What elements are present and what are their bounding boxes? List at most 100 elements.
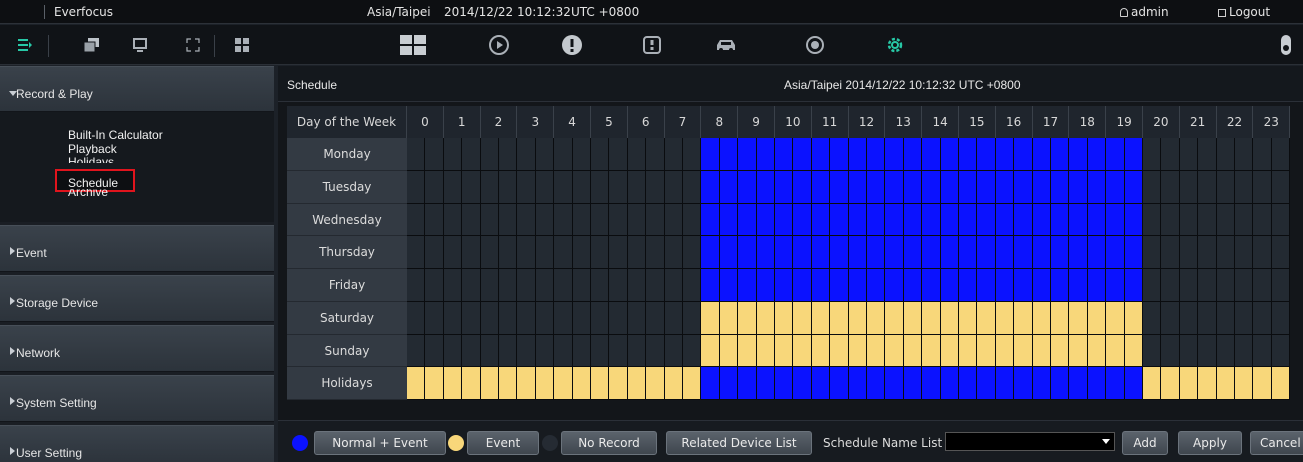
schedule-slot[interactable] (959, 367, 978, 400)
schedule-slot[interactable] (1032, 170, 1051, 204)
schedule-slot[interactable] (1124, 203, 1143, 237)
schedule-slot[interactable] (683, 138, 702, 171)
schedule-slot[interactable] (1032, 301, 1051, 335)
schedule-slot[interactable] (775, 269, 794, 302)
schedule-slot[interactable] (1253, 301, 1272, 335)
schedule-slot[interactable] (591, 170, 610, 204)
schedule-slot[interactable] (480, 367, 499, 400)
schedule-slot[interactable] (683, 367, 702, 400)
schedule-slot[interactable] (830, 236, 849, 269)
schedule-slot[interactable] (701, 170, 720, 204)
schedule-slot[interactable] (1235, 269, 1254, 302)
schedule-slot[interactable] (830, 203, 849, 237)
schedule-slot[interactable] (480, 236, 499, 269)
schedule-slot[interactable] (995, 367, 1015, 400)
schedule-slot[interactable] (499, 236, 518, 269)
schedule-slot[interactable] (903, 138, 923, 171)
schedule-slot[interactable] (1143, 203, 1162, 237)
hour-column-header[interactable]: 19 (1106, 106, 1143, 138)
schedule-slot[interactable] (811, 138, 831, 171)
schedule-slot[interactable] (1014, 367, 1033, 400)
schedule-slot[interactable] (1253, 367, 1272, 400)
schedule-slot[interactable] (995, 138, 1015, 171)
schedule-slot[interactable] (1271, 203, 1291, 237)
schedule-slot[interactable] (977, 301, 996, 335)
schedule-slot[interactable] (885, 236, 904, 269)
schedule-slot[interactable] (738, 138, 757, 171)
schedule-slot[interactable] (775, 334, 794, 368)
schedule-slot[interactable] (940, 236, 959, 269)
hour-column-header[interactable]: 14 (922, 106, 959, 138)
schedule-slot[interactable] (443, 269, 463, 302)
schedule-slot[interactable] (885, 269, 904, 302)
day-row-label[interactable]: Thursday (287, 236, 407, 269)
schedule-slot[interactable] (719, 138, 739, 171)
related-device-list-button[interactable]: Related Device List (666, 431, 812, 455)
schedule-slot[interactable] (1032, 138, 1051, 171)
schedule-slot[interactable] (1143, 170, 1162, 204)
schedule-slot[interactable] (1014, 203, 1033, 237)
schedule-slot[interactable] (903, 269, 923, 302)
schedule-slot[interactable] (535, 170, 555, 204)
schedule-slot[interactable] (959, 269, 978, 302)
schedule-slot[interactable] (1198, 367, 1217, 400)
schedule-slot[interactable] (480, 170, 499, 204)
schedule-slot[interactable] (1124, 301, 1143, 335)
schedule-slot[interactable] (1198, 236, 1217, 269)
hour-column-header[interactable]: 6 (627, 106, 665, 138)
schedule-slot[interactable] (959, 203, 978, 237)
schedule-slot[interactable] (1069, 334, 1088, 368)
schedule-slot[interactable] (940, 367, 959, 400)
schedule-slot[interactable] (1014, 170, 1033, 204)
schedule-slot[interactable] (1069, 203, 1088, 237)
schedule-slot[interactable] (480, 203, 499, 237)
hour-column-header[interactable]: 4 (554, 106, 591, 138)
schedule-slot[interactable] (995, 203, 1015, 237)
schedule-slot[interactable] (1124, 269, 1143, 302)
schedule-slot[interactable] (793, 367, 812, 400)
schedule-name-select[interactable] (945, 432, 1115, 451)
schedule-slot[interactable] (462, 301, 481, 335)
schedule-slot[interactable] (903, 170, 923, 204)
schedule-slot[interactable] (1198, 203, 1217, 237)
hour-column-header[interactable]: 18 (1069, 106, 1107, 138)
schedule-slot[interactable] (683, 334, 702, 368)
schedule-slot[interactable] (480, 269, 499, 302)
schedule-slot[interactable] (609, 301, 628, 335)
schedule-slot[interactable] (959, 138, 978, 171)
schedule-slot[interactable] (738, 170, 757, 204)
schedule-slot[interactable] (1161, 301, 1180, 335)
schedule-slot[interactable] (885, 138, 904, 171)
schedule-slot[interactable] (572, 334, 591, 368)
schedule-slot[interactable] (1106, 367, 1125, 400)
schedule-slot[interactable] (719, 170, 739, 204)
schedule-slot[interactable] (517, 236, 536, 269)
schedule-slot[interactable] (646, 301, 665, 335)
schedule-slot[interactable] (554, 236, 573, 269)
schedule-slot[interactable] (683, 203, 702, 237)
schedule-slot[interactable] (903, 203, 923, 237)
schedule-slot[interactable] (572, 301, 591, 335)
layers-icon[interactable] (80, 25, 102, 65)
schedule-slot[interactable] (609, 170, 628, 204)
schedule-slot[interactable] (572, 367, 591, 400)
schedule-slot[interactable] (646, 138, 665, 171)
schedule-slot[interactable] (425, 367, 444, 400)
schedule-slot[interactable] (1051, 236, 1070, 269)
schedule-slot[interactable] (867, 334, 886, 368)
schedule-slot[interactable] (407, 334, 426, 368)
schedule-slot[interactable] (554, 269, 573, 302)
schedule-slot[interactable] (793, 138, 812, 171)
schedule-slot[interactable] (1216, 334, 1235, 368)
schedule-slot[interactable] (554, 203, 573, 237)
schedule-slot[interactable] (443, 203, 463, 237)
schedule-slot[interactable] (977, 367, 996, 400)
schedule-slot[interactable] (517, 170, 536, 204)
schedule-slot[interactable] (1069, 367, 1088, 400)
schedule-slot[interactable] (683, 269, 702, 302)
schedule-slot[interactable] (1051, 138, 1070, 171)
schedule-slot[interactable] (977, 138, 996, 171)
schedule-slot[interactable] (1032, 334, 1051, 368)
schedule-slot[interactable] (719, 236, 739, 269)
day-row-label[interactable]: Friday (287, 269, 407, 302)
